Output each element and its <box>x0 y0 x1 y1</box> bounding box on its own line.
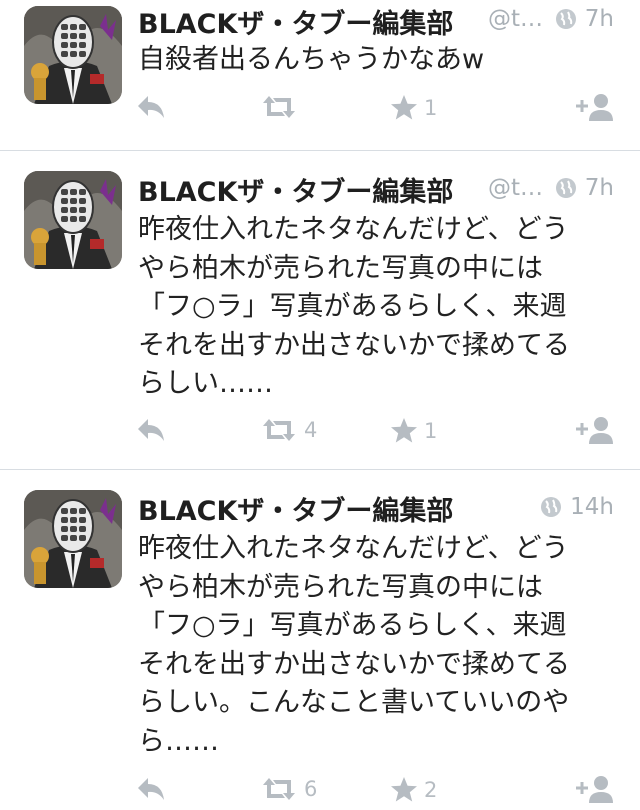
reply-icon <box>138 96 164 118</box>
follow-button[interactable] <box>574 92 616 122</box>
retweet-button[interactable]: 4 <box>260 417 317 443</box>
reply-icon <box>138 778 164 800</box>
timestamp-text: 7h <box>584 175 614 201</box>
timestamp-text: 14h <box>570 494 614 520</box>
author-name[interactable]: BLACKザ・タブー編集部 <box>138 170 453 209</box>
retweet-count: 6 <box>304 777 318 801</box>
retweet-icon <box>263 778 295 800</box>
tweet-3[interactable]: BLACKザ・タブー編集部 14h 昨夜仕入れたネタなんだけど、どう やら柏木が… <box>0 470 640 807</box>
tweet-1[interactable]: BLACKザ・タブー編集部 @t… 7h 自殺者出るんちゃうかなあw 1 <box>0 0 640 150</box>
timestamp: 14h <box>540 494 614 520</box>
tweet-actions: 6 2 <box>0 774 640 810</box>
tweet-2[interactable]: BLACKザ・タブー編集部 @t… 7h 昨夜仕入れたネタなんだけど、どう やら… <box>0 151 640 469</box>
avatar-illustration <box>24 171 122 269</box>
follow-icon <box>576 417 613 444</box>
retweet-count: 4 <box>304 418 318 442</box>
retweet-button[interactable]: 6 <box>260 776 317 802</box>
favorite-count: 2 <box>424 777 438 802</box>
follow-button[interactable] <box>574 415 616 445</box>
author-handle[interactable]: @t… <box>488 6 543 32</box>
favorite-button[interactable]: 1 <box>390 94 437 121</box>
tweet-actions: 1 <box>0 92 640 128</box>
globe-icon <box>555 9 576 29</box>
tweet-text: 自殺者出るんちゃうかなあw <box>138 44 485 75</box>
avatar-illustration <box>24 490 122 588</box>
follow-icon <box>576 776 613 803</box>
favorite-count: 1 <box>424 95 438 120</box>
globe-icon <box>541 497 562 517</box>
reply-button[interactable] <box>136 94 166 120</box>
retweet-button[interactable] <box>260 94 304 120</box>
globe-icon <box>555 178 576 198</box>
follow-button[interactable] <box>574 774 616 804</box>
reply-button[interactable] <box>136 776 166 802</box>
reply-icon <box>138 419 164 441</box>
retweet-icon <box>263 419 295 441</box>
retweet-icon <box>263 96 295 118</box>
tweet-actions: 4 1 <box>0 415 640 451</box>
timestamp: 7h <box>555 175 614 201</box>
star-icon <box>391 95 417 120</box>
author-name[interactable]: BLACKザ・タブー編集部 <box>138 489 453 528</box>
star-icon <box>391 418 417 443</box>
author-handle[interactable]: @t… <box>488 175 543 201</box>
follow-icon <box>576 94 613 121</box>
tweet-text: 昨夜仕入れたネタなんだけど、どう やら柏木が売られた写真の中には 「フ○ラ」写真… <box>138 214 570 399</box>
author-name[interactable]: BLACKザ・タブー編集部 <box>138 2 453 41</box>
timestamp: 7h <box>555 6 614 32</box>
favorite-count: 1 <box>424 418 438 443</box>
avatar[interactable] <box>24 6 122 104</box>
timestamp-text: 7h <box>584 6 614 32</box>
reply-button[interactable] <box>136 417 166 443</box>
avatar[interactable] <box>24 171 122 269</box>
avatar[interactable] <box>24 490 122 588</box>
favorite-button[interactable]: 1 <box>390 417 437 444</box>
avatar-illustration <box>24 6 122 104</box>
favorite-button[interactable]: 2 <box>390 776 437 803</box>
tweet-text: 昨夜仕入れたネタなんだけど、どう やら柏木が売られた写真の中には 「フ○ラ」写真… <box>138 533 570 757</box>
star-icon <box>391 777 417 802</box>
